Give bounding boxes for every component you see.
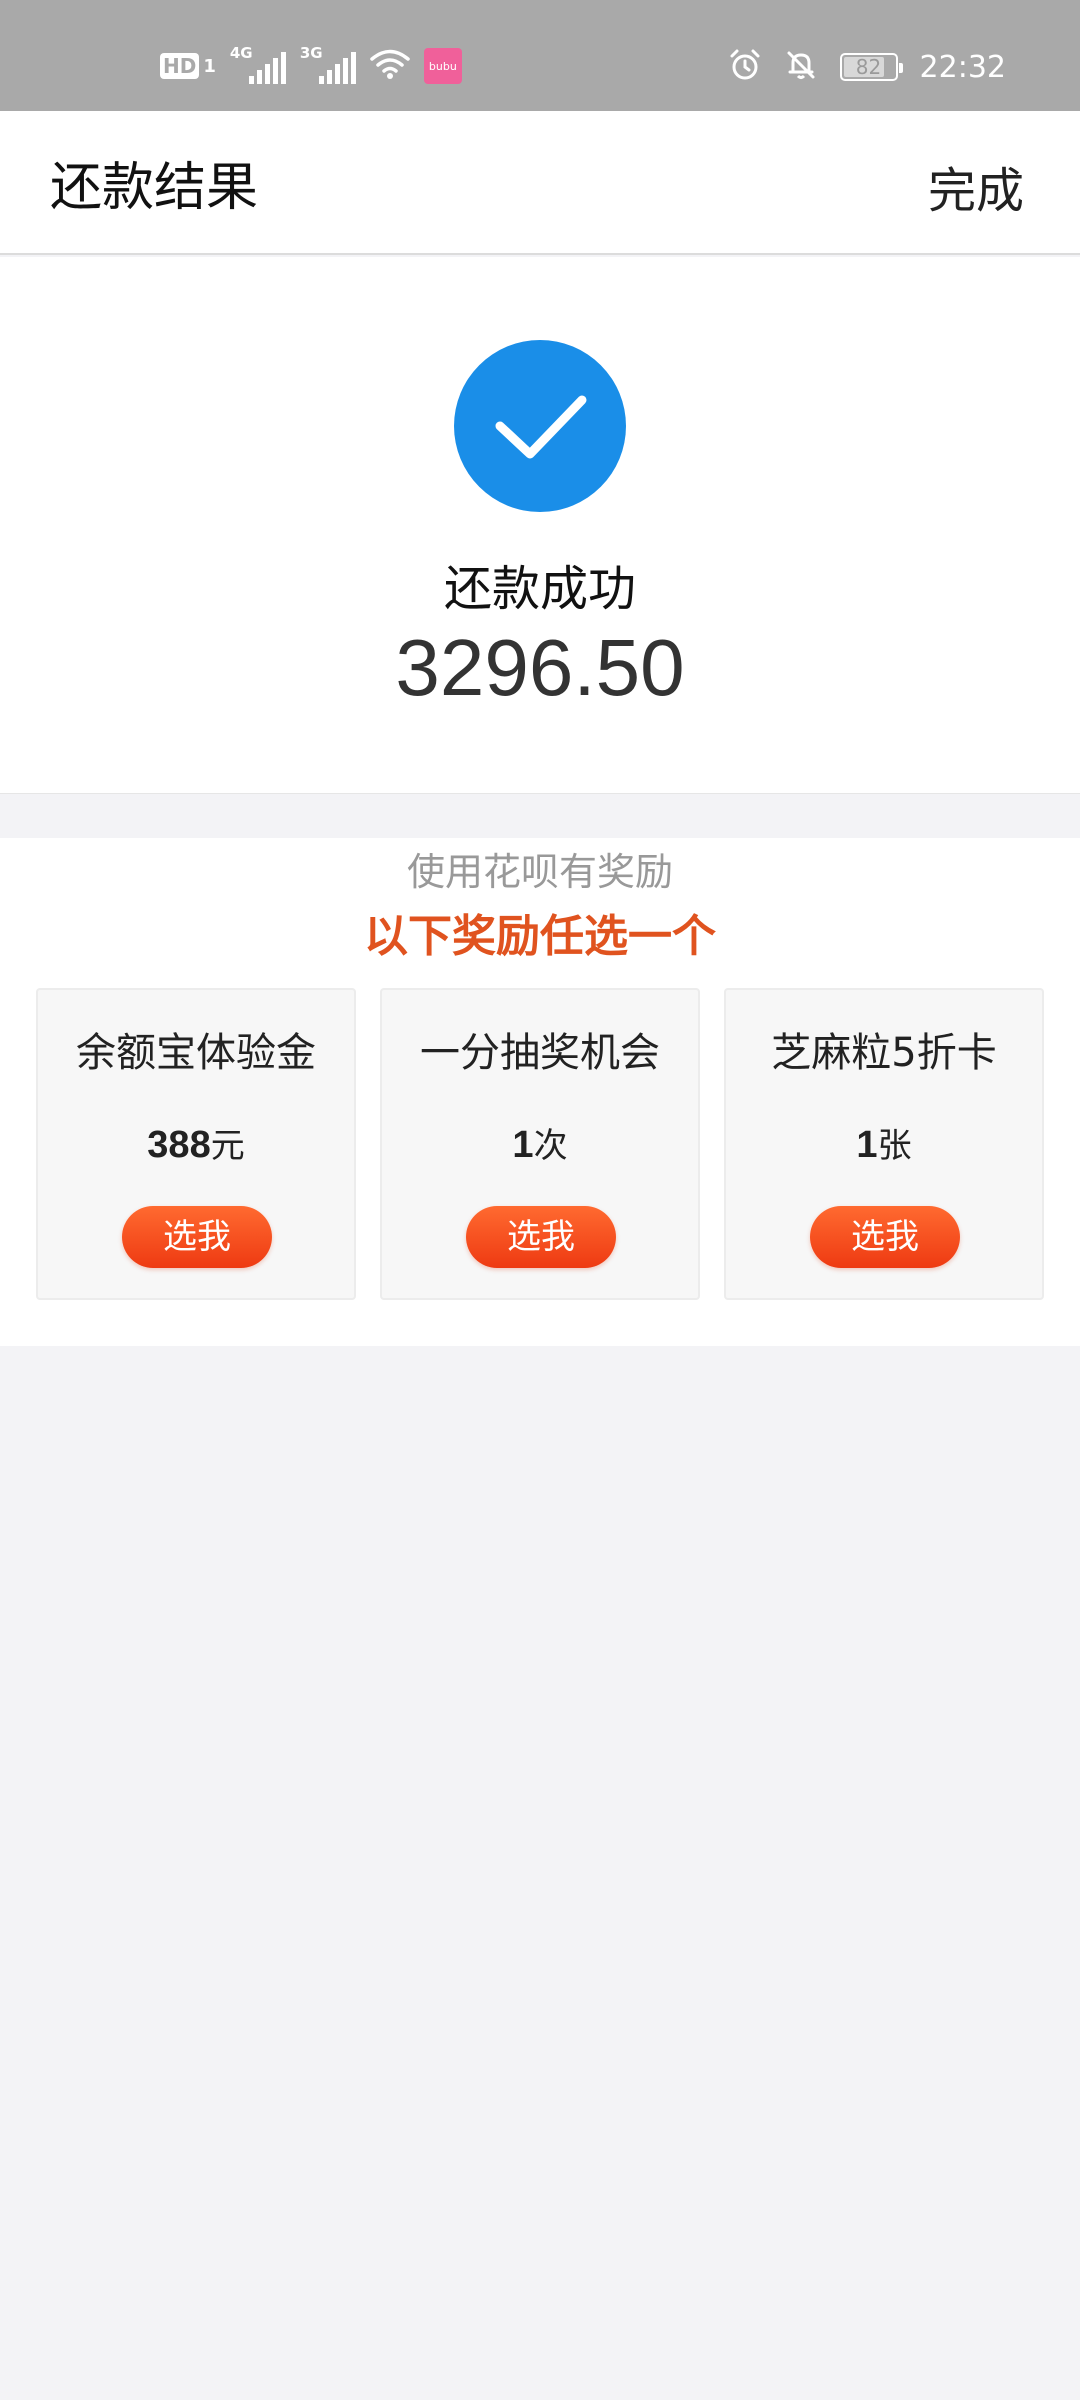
bell-off-icon [784, 48, 818, 86]
done-button[interactable]: 完成 [928, 151, 1024, 221]
reward-unit: 张 [877, 1126, 912, 1166]
reward-amount: 1 [512, 1124, 534, 1166]
select-button[interactable]: 选我 [122, 1206, 272, 1268]
reward-card-value: 1张 [726, 1118, 1042, 1167]
hd-badge: HD [160, 53, 200, 79]
signal-icon-2: 3G [300, 44, 356, 84]
reward-card-title: 一分抽奖机会 [420, 1030, 660, 1076]
sim-number: 1 [203, 55, 216, 77]
check-icon [495, 395, 587, 459]
reward-amount: 388 [147, 1124, 211, 1166]
status-left: HD 1 4G 3G bubu [160, 44, 462, 84]
select-button[interactable]: 选我 [810, 1206, 960, 1268]
reward-amount: 1 [856, 1124, 878, 1166]
status-right: 82 22:32 [728, 48, 1006, 86]
select-button[interactable]: 选我 [466, 1206, 616, 1268]
reward-card-value: 388元 [38, 1118, 354, 1167]
result-status: 还款成功 [443, 561, 636, 617]
reward-card-lottery[interactable]: 一分抽奖机会 1次 选我 [380, 988, 700, 1300]
battery-icon: 82 [839, 53, 903, 81]
page-title: 还款结果 [50, 158, 259, 218]
rewards-subtitle: 使用花呗有奖励 [406, 850, 673, 894]
app-notification-icon: bubu [423, 48, 462, 84]
alarm-icon [728, 48, 762, 86]
clock: 22:32 [919, 49, 1006, 85]
reward-unit: 元 [210, 1126, 245, 1166]
wifi-icon [370, 48, 410, 84]
repayment-amount: 3296.50 [395, 623, 685, 712]
rewards-heading: 以下奖励任选一个 [364, 911, 716, 962]
nav-bar: 还款结果 完成 [0, 111, 1080, 255]
success-badge [454, 340, 626, 512]
reward-card-sesame[interactable]: 芝麻粒5折卡 1张 选我 [724, 988, 1044, 1300]
reward-card-balance[interactable]: 余额宝体验金 388元 选我 [36, 988, 356, 1300]
reward-cards: 余额宝体验金 388元 选我 一分抽奖机会 1次 选我 芝麻粒5折卡 1张 选我 [36, 988, 1044, 1300]
reward-card-title: 芝麻粒5折卡 [771, 1030, 997, 1076]
reward-unit: 次 [533, 1126, 568, 1166]
battery-level: 82 [855, 55, 882, 79]
reward-card-value: 1次 [382, 1118, 698, 1167]
rewards-section: 使用花呗有奖励 以下奖励任选一个 余额宝体验金 388元 选我 一分抽奖机会 1… [0, 838, 1080, 1346]
repayment-result: 还款成功 3296.50 [0, 257, 1080, 794]
signal-icon: 4G [230, 44, 286, 84]
status-bar: HD 1 4G 3G bubu 82 22:32 [0, 0, 1080, 111]
reward-card-title: 余额宝体验金 [76, 1030, 316, 1076]
